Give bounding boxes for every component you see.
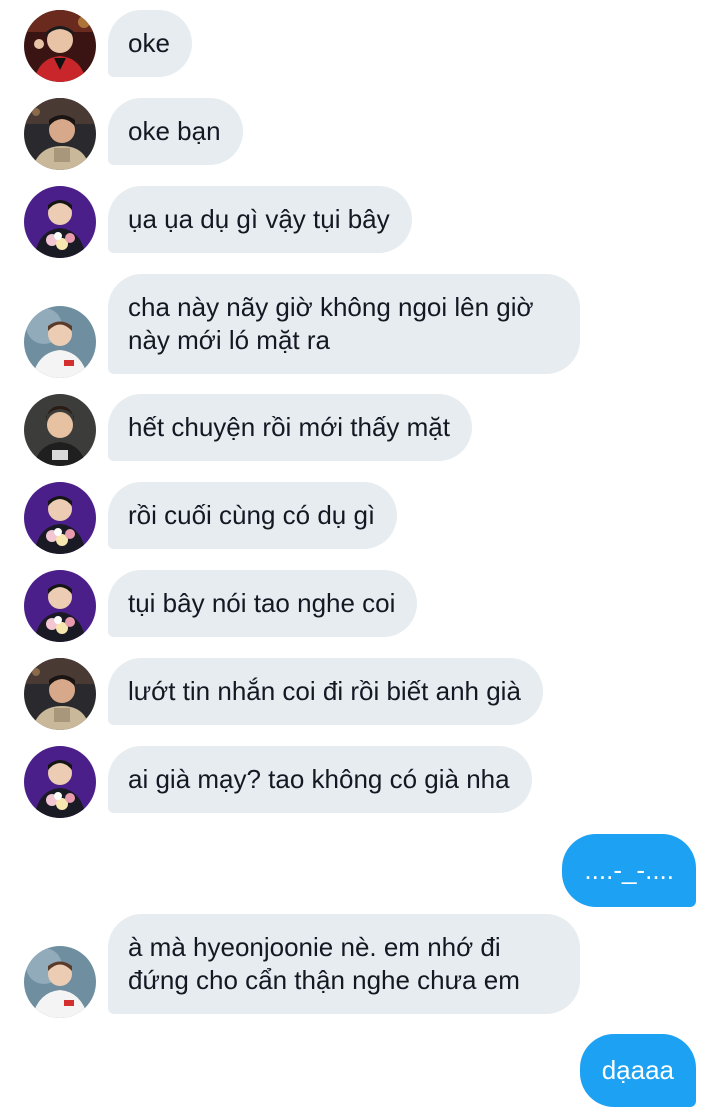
message-row: ụa ụa dụ gì vậy tụi bây [0,186,720,258]
message-row: lướt tin nhắn coi đi rồi biết anh già [0,658,720,730]
avatar-red-jersey-icon[interactable] [24,10,96,82]
message-bubble: rồi cuối cùng có dụ gì [108,482,398,549]
message-bubble: hết chuyện rồi mới thấy mặt [108,394,472,461]
avatar-dark-hoodie-icon[interactable] [24,98,96,170]
avatar-white-jersey-icon[interactable] [24,306,96,378]
avatar-purple-flowers-icon[interactable] [24,186,96,258]
avatar-white-jersey-icon[interactable] [24,946,96,1018]
message-bubble: à mà hyeonjoonie nè. em nhớ đi đứng cho … [108,914,580,1014]
message-row: rồi cuối cùng có dụ gì [0,482,720,554]
message-bubble: oke [108,10,192,77]
message-row: oke bạn [0,98,720,170]
chat-thread: oke oke bạn ụa ụa dụ gì vậy tụi bây cha … [0,0,720,1112]
message-bubble: oke bạn [108,98,243,165]
message-row: cha này nãy giờ không ngoi lên giờ này m… [0,274,720,378]
message-row: oke [0,10,720,82]
message-bubble: lướt tin nhắn coi đi rồi biết anh già [108,658,543,725]
message-bubble: tụi bây nói tao nghe coi [108,570,418,637]
message-bubble: ụa ụa dụ gì vậy tụi bây [108,186,412,253]
message-row-outgoing: ....-_-.... [0,834,720,907]
message-bubble: cha này nãy giờ không ngoi lên giờ này m… [108,274,580,374]
avatar-purple-flowers-icon[interactable] [24,482,96,554]
message-row: à mà hyeonjoonie nè. em nhớ đi đứng cho … [0,914,720,1018]
message-row: hết chuyện rồi mới thấy mặt [0,394,720,466]
avatar-purple-flowers-icon[interactable] [24,570,96,642]
avatar-purple-flowers-icon[interactable] [24,746,96,818]
message-row: ai già mạy? tao không có già nha [0,746,720,818]
message-row-outgoing: dạaaa [0,1034,720,1107]
message-row: tụi bây nói tao nghe coi [0,570,720,642]
avatar-dark-hoodie-icon[interactable] [24,658,96,730]
message-bubble-outgoing: dạaaa [579,1034,696,1107]
message-bubble-outgoing: ....-_-.... [562,834,696,907]
message-bubble: ai già mạy? tao không có già nha [108,746,532,813]
avatar-portrait-icon[interactable] [24,394,96,466]
